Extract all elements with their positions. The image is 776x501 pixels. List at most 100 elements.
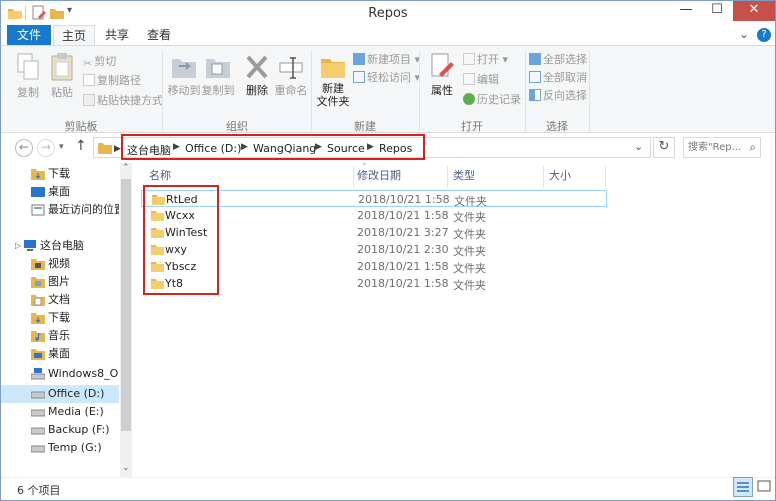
nav-item-videos[interactable]: 视频: [1, 255, 119, 273]
breadcrumb-separator[interactable]: ▶: [173, 142, 180, 152]
nav-item-this-pc[interactable]: ▷ 这台电脑: [1, 237, 119, 255]
move-to-icon: [172, 59, 196, 78]
recent-locations-icon[interactable]: ▾: [59, 142, 64, 152]
invert-selection-button[interactable]: 反向选择: [529, 88, 587, 104]
nav-item-backup-drive[interactable]: Backup (F:): [1, 421, 119, 439]
breadcrumb-source[interactable]: Source: [327, 142, 365, 155]
back-button[interactable]: ←: [15, 139, 33, 157]
delete-label: 删除: [246, 84, 268, 97]
column-header-type[interactable]: 类型: [453, 169, 475, 189]
nav-item-pictures[interactable]: 图片: [1, 273, 119, 291]
easy-access-icon: [353, 71, 365, 83]
properties-button[interactable]: 属性: [425, 52, 459, 98]
rename-button[interactable]: 重命名: [273, 52, 309, 98]
window-title: Repos: [368, 6, 408, 21]
file-date: 2018/10/21 1:58: [357, 277, 449, 290]
edit-label: 编辑: [477, 73, 499, 86]
details-view-button[interactable]: [733, 477, 753, 497]
tab-home[interactable]: 主页: [53, 25, 95, 46]
cut-label: 剪切: [94, 55, 117, 68]
maximize-button[interactable]: ☐: [702, 1, 732, 21]
expand-ribbon-icon[interactable]: ⌄: [739, 27, 749, 41]
group-label-select: 选择: [546, 120, 568, 133]
copy-to-icon: [206, 59, 230, 78]
history-button[interactable]: 历史记录: [463, 92, 521, 108]
breadcrumb-separator[interactable]: ▶: [241, 142, 248, 152]
open-button[interactable]: 打开 ▾: [463, 52, 508, 68]
paste-button[interactable]: 粘贴: [47, 52, 77, 100]
title-bar: ▾ Repos — ☐ ✕: [1, 1, 775, 25]
refresh-button[interactable]: ↻: [653, 137, 675, 158]
nav-item-downloads-pc[interactable]: 下载: [1, 309, 119, 327]
breadcrumb-repos[interactable]: Repos: [379, 142, 412, 155]
column-divider[interactable]: [605, 166, 606, 188]
nav-item-desktop-pc[interactable]: 桌面: [1, 345, 119, 363]
select-none-icon: [529, 71, 541, 83]
nav-item-media-drive[interactable]: Media (E:): [1, 403, 119, 421]
nav-item-office-drive[interactable]: Office (D:): [1, 385, 119, 403]
tab-file[interactable]: 文件: [7, 25, 51, 46]
move-to-button[interactable]: 移动到: [167, 52, 201, 98]
easy-access-button[interactable]: 轻松访问 ▾: [353, 70, 420, 86]
column-divider[interactable]: [543, 166, 544, 188]
tab-view[interactable]: 查看: [139, 25, 179, 46]
copy-button[interactable]: 复制: [11, 52, 45, 100]
nav-scrollbar-thumb[interactable]: [121, 179, 131, 431]
status-bar: 6 个项目: [1, 477, 775, 500]
column-header-size[interactable]: 大小: [549, 169, 571, 189]
search-input[interactable]: 搜索"Rep... ⌕: [683, 137, 761, 158]
copy-path-button[interactable]: 复制路径: [83, 73, 141, 89]
breadcrumb-separator[interactable]: ▶: [114, 144, 121, 154]
tab-share[interactable]: 共享: [97, 25, 137, 46]
column-divider[interactable]: [447, 166, 448, 188]
nav-item-downloads[interactable]: 下载: [1, 165, 119, 183]
forward-button[interactable]: →: [37, 139, 55, 157]
up-button[interactable]: ↑: [75, 138, 87, 154]
paste-shortcut-button[interactable]: 粘贴快捷方式: [83, 93, 163, 109]
easy-access-label: 轻松访问: [367, 71, 411, 84]
select-all-icon: [529, 53, 541, 65]
file-date: 2018/10/21 3:27: [357, 226, 449, 239]
edit-button[interactable]: 编辑: [463, 72, 499, 88]
file-date: 2018/10/21 1:58: [357, 260, 449, 273]
scroll-up-icon[interactable]: ⌃: [122, 163, 130, 173]
drive-icon: [31, 427, 45, 435]
select-none-button[interactable]: 全部取消: [529, 70, 587, 86]
breadcrumb-separator[interactable]: ▶: [367, 142, 374, 152]
select-all-button[interactable]: 全部选择: [529, 52, 587, 68]
breadcrumb-highlight: 这台电脑 ▶ Office (D:) ▶ WangQiang ▶ Source …: [121, 134, 425, 160]
copy-to-button[interactable]: 复制到: [201, 52, 235, 98]
nav-item-windows-drive[interactable]: Windows8_OS (: [1, 365, 119, 383]
column-divider[interactable]: [353, 166, 354, 188]
file-type: 文件夹: [453, 211, 486, 224]
cut-button[interactable]: ✂ 剪切: [83, 54, 116, 70]
videos-folder-icon: [31, 259, 45, 270]
breadcrumb-this-pc[interactable]: 这台电脑: [127, 142, 171, 158]
details-view-icon: [737, 482, 749, 492]
minimize-button[interactable]: —: [671, 1, 701, 21]
breadcrumb-office-drive[interactable]: Office (D:): [185, 142, 241, 155]
paste-shortcut-icon: [83, 94, 95, 106]
downloads-folder-icon: [31, 169, 45, 180]
scroll-down-icon[interactable]: ⌄: [122, 463, 130, 473]
expand-arrow-icon[interactable]: ▷: [15, 237, 21, 255]
nav-item-music[interactable]: 音乐: [1, 327, 119, 345]
group-divider: [589, 50, 590, 132]
help-icon[interactable]: ?: [757, 28, 771, 42]
close-button[interactable]: ✕: [733, 1, 775, 21]
breadcrumb-separator[interactable]: ▶: [315, 142, 322, 152]
nav-item-desktop[interactable]: 桌面: [1, 183, 119, 201]
address-dropdown-icon[interactable]: ⌄: [634, 140, 643, 153]
nav-item-recent-places[interactable]: 最近访问的位置: [1, 201, 119, 219]
nav-item-label: 桌面: [48, 347, 70, 360]
large-icons-view-button[interactable]: [755, 477, 775, 497]
nav-item-temp-drive[interactable]: Temp (G:): [1, 439, 119, 457]
nav-item-label: 图片: [48, 275, 70, 288]
nav-item-documents[interactable]: 文档: [1, 291, 119, 309]
new-folder-button[interactable]: 新建 文件夹: [315, 52, 351, 108]
new-item-button[interactable]: 新建项目 ▾: [353, 52, 420, 68]
breadcrumb-wangqiang[interactable]: WangQiang: [253, 142, 316, 155]
nav-item-label: Office (D:): [48, 387, 105, 400]
column-header-date[interactable]: 修改日期: [357, 169, 401, 189]
delete-button[interactable]: 删除: [241, 52, 273, 98]
